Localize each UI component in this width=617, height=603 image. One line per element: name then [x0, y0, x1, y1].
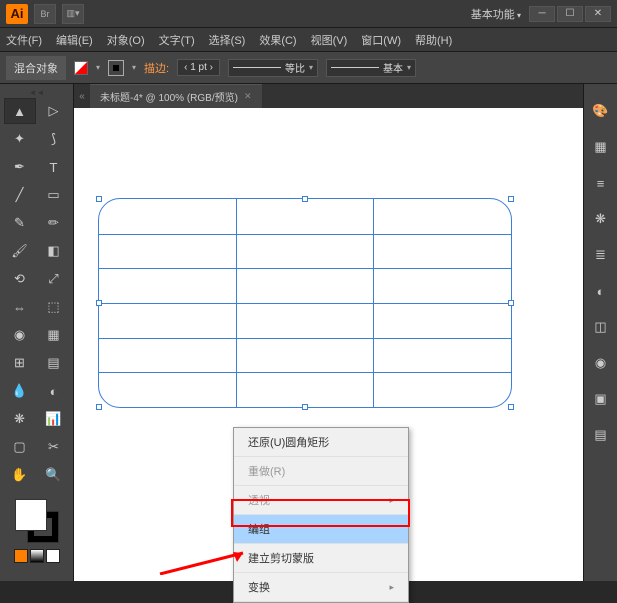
selection-handle[interactable]	[302, 404, 308, 410]
blob-brush-tool[interactable]: 🖌	[5, 239, 35, 263]
selection-label: 混合对象	[6, 56, 66, 80]
layout-button[interactable]: ▥▾	[62, 4, 84, 24]
ctx-clipping-mask[interactable]: 建立剪切蒙版	[234, 544, 408, 573]
color-panel-icon[interactable]: 🎨	[592, 102, 610, 120]
dropdown-icon[interactable]: ▾	[132, 63, 136, 72]
selection-handle[interactable]	[508, 404, 514, 410]
selected-object[interactable]	[98, 198, 512, 408]
pen-tool[interactable]: ✒	[5, 155, 35, 179]
selection-handle[interactable]	[96, 196, 102, 202]
menu-effect[interactable]: 效果(C)	[259, 32, 296, 48]
close-button[interactable]: ✕	[585, 6, 611, 22]
selection-handle[interactable]	[508, 300, 514, 306]
shape-builder-tool[interactable]: ◉	[5, 323, 35, 347]
selection-tool[interactable]: ▲	[5, 99, 35, 123]
document-tab[interactable]: 未标题-4* @ 100% (RGB/预览)✕	[90, 84, 262, 108]
ctx-perspective: 透视▸	[234, 486, 408, 515]
menu-select[interactable]: 选择(S)	[209, 32, 246, 48]
rectangle-tool[interactable]: ▭	[39, 183, 69, 207]
menu-window[interactable]: 窗口(W)	[361, 32, 401, 48]
ctx-redo: 重做(R)	[234, 457, 408, 486]
right-panels: 🎨 ▦ ≡ ❋ ≣ ◐ ◫ ◉ ▣ ▤	[583, 84, 617, 581]
paintbrush-tool[interactable]: ✎	[5, 211, 35, 235]
fill-stroke-control[interactable]	[13, 497, 61, 545]
selection-handle[interactable]	[302, 196, 308, 202]
graphic-styles-panel-icon[interactable]: ▣	[592, 390, 610, 408]
free-transform-tool[interactable]: ⬚	[39, 295, 69, 319]
tab-nav-icon[interactable]: «	[74, 91, 90, 102]
menu-file[interactable]: 文件(F)	[6, 32, 42, 48]
graph-tool[interactable]: 📊	[39, 407, 69, 431]
blend-tool[interactable]: ◐	[39, 379, 69, 403]
ctx-undo[interactable]: 还原(U)圆角矩形	[234, 428, 408, 457]
direct-selection-tool[interactable]: ▷	[39, 99, 69, 123]
slice-tool[interactable]: ✂	[39, 435, 69, 459]
eraser-tool[interactable]: ◧	[39, 239, 69, 263]
symbol-sprayer-tool[interactable]: ❋	[5, 407, 35, 431]
brush-selector[interactable]: 基本▾	[326, 59, 416, 77]
pencil-tool[interactable]: ✏	[39, 211, 69, 235]
app-logo-icon: Ai	[6, 4, 28, 24]
gradient-panel-icon[interactable]: ◐	[592, 282, 610, 300]
zoom-tool[interactable]: 🔍	[39, 463, 69, 487]
line-tool[interactable]: ╱	[5, 183, 35, 207]
maximize-button[interactable]: ☐	[557, 6, 583, 22]
symbols-panel-icon[interactable]: ❋	[592, 210, 610, 228]
hand-tool[interactable]: ✋	[5, 463, 35, 487]
artboard-tool[interactable]: ▢	[5, 435, 35, 459]
ctx-transform[interactable]: 变换▸	[234, 573, 408, 602]
menu-edit[interactable]: 编辑(E)	[56, 32, 93, 48]
stroke-panel-icon[interactable]: ≣	[592, 246, 610, 264]
menu-text[interactable]: 文字(T)	[159, 32, 195, 48]
selection-handle[interactable]	[96, 300, 102, 306]
ctx-group[interactable]: 编组	[234, 515, 408, 544]
control-bar: 混合对象 ▾ ▾ 描边: ‹ 1 pt › 等比▾ 基本▾	[0, 52, 617, 84]
brushes-panel-icon[interactable]: ≡	[592, 174, 610, 192]
fill-swatch[interactable]	[74, 61, 88, 75]
perspective-tool[interactable]: ▦	[39, 323, 69, 347]
stroke-profile-selector[interactable]: 等比▾	[228, 59, 318, 77]
panel-collapse-icon[interactable]: ◄◄	[33, 88, 41, 97]
mesh-tool[interactable]: ⊞	[5, 351, 35, 375]
menu-view[interactable]: 视图(V)	[311, 32, 348, 48]
rotate-tool[interactable]: ⟲	[5, 267, 35, 291]
stroke-swatch[interactable]	[108, 60, 124, 76]
gradient-tool[interactable]: ▤	[39, 351, 69, 375]
fill-box[interactable]	[15, 499, 47, 531]
dropdown-icon[interactable]: ▾	[96, 63, 100, 72]
gradient-mode[interactable]	[30, 549, 44, 563]
magic-wand-tool[interactable]: ✦	[5, 127, 35, 151]
type-tool[interactable]: T	[39, 155, 69, 179]
lasso-tool[interactable]: ⟆	[39, 127, 69, 151]
menu-help[interactable]: 帮助(H)	[415, 32, 452, 48]
layers-panel-icon[interactable]: ▤	[592, 426, 610, 444]
stroke-label: 描边:	[144, 60, 169, 76]
appearance-panel-icon[interactable]: ◉	[592, 354, 610, 372]
eyedropper-tool[interactable]: 💧	[5, 379, 35, 403]
menu-bar: 文件(F) 编辑(E) 对象(O) 文字(T) 选择(S) 效果(C) 视图(V…	[0, 28, 617, 52]
menu-object[interactable]: 对象(O)	[107, 32, 145, 48]
tools-panel: ◄◄ ▲ ▷ ✦ ⟆ ✒ T ╱ ▭ ✎ ✏ 🖌 ◧ ⟲ ⤢ ⇔ ⬚ ◉ ▦ ⊞…	[0, 84, 74, 581]
selection-handle[interactable]	[96, 404, 102, 410]
selection-handle[interactable]	[508, 196, 514, 202]
transparency-panel-icon[interactable]: ◫	[592, 318, 610, 336]
swatches-panel-icon[interactable]: ▦	[592, 138, 610, 156]
minimize-button[interactable]: ─	[529, 6, 555, 22]
bridge-button[interactable]: Br	[34, 4, 56, 24]
scale-tool[interactable]: ⤢	[39, 267, 69, 291]
tab-close-icon[interactable]: ✕	[244, 91, 252, 102]
none-mode[interactable]	[46, 549, 60, 563]
width-tool[interactable]: ⇔	[5, 295, 35, 319]
workspace-selector[interactable]: 基本功能	[471, 6, 521, 22]
context-menu: 还原(U)圆角矩形 重做(R) 透视▸ 编组 建立剪切蒙版 变换▸	[233, 427, 409, 603]
color-mode[interactable]	[14, 549, 28, 563]
stroke-width-selector[interactable]: ‹ 1 pt ›	[177, 59, 220, 76]
